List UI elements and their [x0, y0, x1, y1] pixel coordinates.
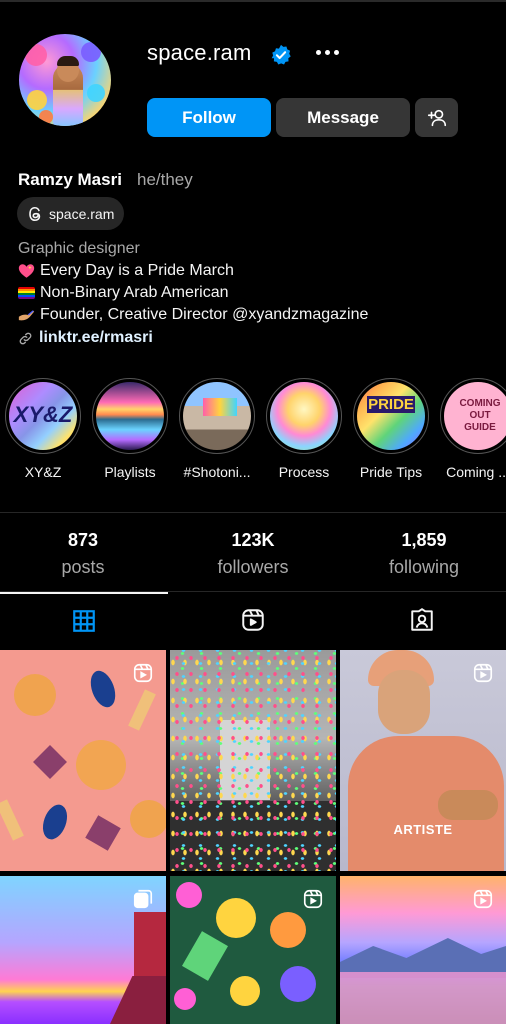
verified-badge-icon	[271, 44, 291, 65]
reel-badge-icon	[473, 663, 493, 683]
threads-icon	[29, 206, 41, 221]
message-button[interactable]: Message	[276, 98, 410, 137]
suggest-people-button[interactable]	[415, 98, 458, 137]
highlight-xyz[interactable]: XY&Z XY&Z	[5, 378, 81, 480]
threads-badge[interactable]: space.ram	[17, 197, 125, 230]
grid-icon	[73, 609, 95, 632]
reel-badge-icon	[133, 663, 153, 683]
reel-badge-icon	[473, 889, 493, 909]
writing-hand-icon	[18, 308, 35, 322]
profile-full-name: Ramzy Masri	[18, 170, 122, 189]
reel-badge-icon	[303, 889, 323, 909]
highlight-process[interactable]: Process	[266, 378, 342, 480]
bio-line-pride: Every Day is a Pride March	[18, 262, 234, 280]
avatar-butterfly-pattern	[25, 44, 47, 66]
highlight-shotoniphone[interactable]: #Shotoni...	[179, 378, 255, 480]
follow-button[interactable]: Follow	[147, 98, 271, 137]
tab-posts-grid[interactable]	[0, 592, 168, 647]
post-tile-4[interactable]	[0, 876, 166, 1024]
highlight-pride-tips[interactable]: PRIDE Pride Tips	[353, 378, 429, 480]
stat-following[interactable]: 1,859 following	[354, 530, 494, 578]
post-tile-2[interactable]	[170, 650, 336, 871]
sparkling-heart-icon	[18, 263, 35, 279]
add-person-icon	[427, 109, 446, 126]
profile-link[interactable]: linktr.ee/rmasri	[18, 329, 153, 347]
post-tile-6[interactable]	[340, 876, 506, 1024]
profile-username: space.ram	[147, 40, 252, 65]
post-tile-5[interactable]	[170, 876, 336, 1024]
highlight-coming-out[interactable]: COMING OUT GUIDE Coming ...	[440, 378, 506, 480]
threads-handle: space.ram	[49, 205, 115, 222]
tagged-icon	[411, 607, 433, 631]
post-tile-3[interactable]: ARTISTE	[340, 650, 506, 871]
tab-tagged[interactable]	[338, 592, 506, 647]
highlight-playlists[interactable]: Playlists	[92, 378, 168, 480]
stat-posts: 873 posts	[61, 530, 105, 577]
reels-icon	[242, 608, 264, 631]
more-options-icon[interactable]	[312, 38, 342, 66]
profile-category: Graphic designer	[18, 240, 140, 257]
rainbow-flag-icon	[18, 287, 35, 299]
stats-divider	[0, 512, 506, 513]
profile-pronouns: he/they	[137, 170, 193, 189]
link-icon	[19, 332, 32, 344]
bio-line-founder: Founder, Creative Director @xyandzmagazi…	[18, 306, 368, 324]
bio-line-nonbinary: Non-Binary Arab American	[18, 284, 229, 302]
post-tile-1[interactable]	[0, 650, 166, 871]
stat-followers[interactable]: 123K followers	[183, 530, 323, 578]
carousel-badge-icon	[133, 889, 153, 909]
window-top-border	[0, 0, 506, 2]
tab-reels[interactable]	[169, 592, 337, 647]
profile-avatar[interactable]	[17, 32, 113, 128]
